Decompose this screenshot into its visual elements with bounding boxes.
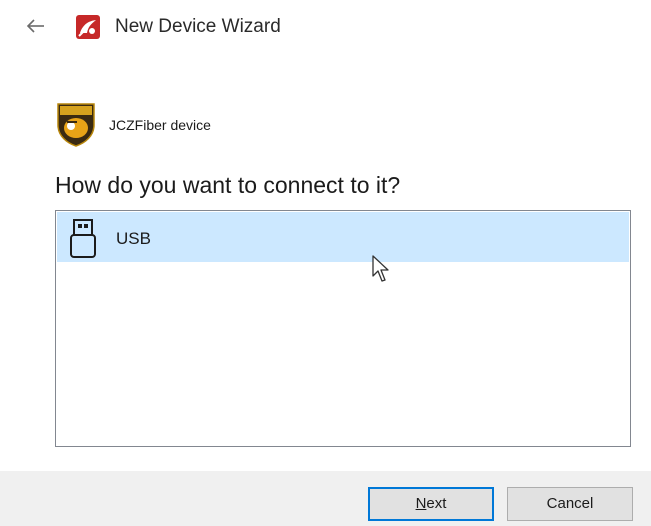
connection-item-usb[interactable]: USB xyxy=(57,212,629,262)
connection-list[interactable]: USB xyxy=(55,210,631,447)
title-bar: New Device Wizard xyxy=(0,0,651,56)
jcz-logo-icon xyxy=(55,101,97,147)
window-title: New Device Wizard xyxy=(115,16,281,37)
next-button[interactable]: Next xyxy=(368,487,494,521)
device-name: JCZFiber device xyxy=(109,117,211,133)
back-button[interactable] xyxy=(24,14,48,38)
next-label-rest: ext xyxy=(426,495,447,512)
usb-icon xyxy=(68,217,98,259)
back-arrow-icon xyxy=(26,19,44,33)
cancel-button[interactable]: Cancel xyxy=(507,487,633,521)
page-heading: How do you want to connect to it? xyxy=(55,172,401,198)
connection-item-label: USB xyxy=(116,229,151,248)
next-mnemonic: N xyxy=(415,495,427,512)
wizard-app-icon xyxy=(75,14,101,40)
